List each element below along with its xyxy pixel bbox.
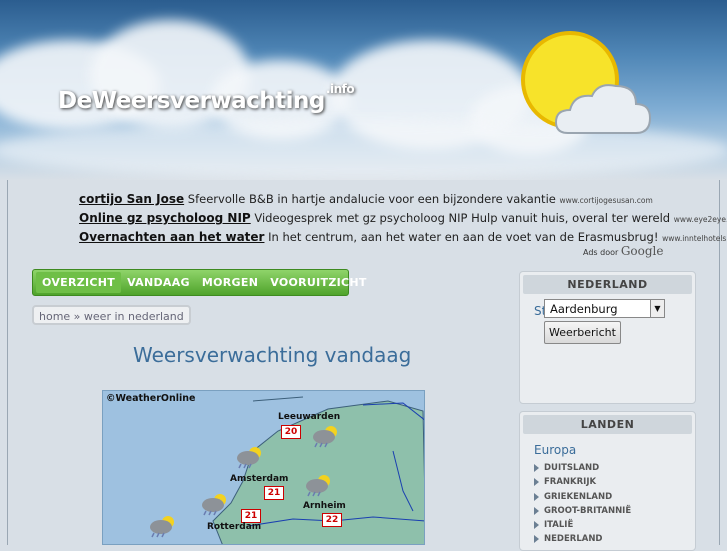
country-link[interactable]: FRANKRIJK — [520, 475, 695, 489]
left-border — [7, 180, 8, 545]
city-label: Amsterdam — [230, 474, 289, 484]
temp-badge: 22 — [322, 513, 342, 527]
page-title: Weersverwachting vandaag — [133, 343, 412, 367]
region-label: Europa — [534, 443, 577, 457]
forecast-button[interactable]: Weerbericht — [544, 321, 621, 344]
country-link[interactable]: DUITSLAND — [520, 461, 695, 475]
cloud-sun-icon — [150, 516, 174, 538]
map-credit: ©WeatherOnline — [106, 393, 196, 404]
cloud-sun-icon — [306, 475, 330, 497]
country-link[interactable]: GROOT-BRITANNIË — [520, 504, 695, 518]
city-label: Arnheim — [303, 501, 346, 511]
temp-badge: 21 — [241, 509, 261, 523]
chevron-down-icon[interactable]: ▼ — [650, 300, 664, 317]
cloud-sun-icon — [202, 494, 226, 516]
city-select[interactable]: Aardenburg ▼ — [544, 299, 665, 318]
nav-overzicht[interactable]: OVERZICHT — [36, 272, 122, 293]
ad-block: cortijo San Jose Sfeervolle B&B in hartj… — [79, 190, 727, 247]
sun-cloud-icon — [521, 31, 652, 134]
ad-item[interactable]: Online gz psycholoog NIP Videogesprek me… — [79, 209, 727, 228]
city-label: Rotterdam — [207, 522, 262, 532]
ad-item[interactable]: Overnachten aan het water In het centrum… — [79, 228, 727, 247]
temp-badge: 21 — [264, 486, 284, 500]
weather-map[interactable]: ©WeatherOnline Leeuwarden 20 Amsterdam 2… — [102, 390, 425, 545]
cloud-sun-icon — [237, 447, 261, 469]
site-logo[interactable]: DeWeersverwachting.info — [58, 82, 355, 114]
nav-vandaag[interactable]: VANDAAG — [121, 272, 196, 293]
country-heading: NEDERLAND — [523, 275, 692, 294]
nav-vooruitzicht[interactable]: VOORUITZICHT — [264, 272, 372, 293]
city-label: Leeuwarden — [278, 412, 341, 422]
temp-badge: 20 — [281, 425, 301, 439]
header-banner: DeWeersverwachting.info — [0, 0, 727, 180]
country-box: NEDERLAND Steden Aardenburg ▼ Weerberich… — [519, 271, 696, 404]
cloud-sun-icon — [313, 426, 337, 448]
breadcrumb[interactable]: home » weer in nederland — [32, 305, 191, 325]
countries-heading: LANDEN — [523, 415, 692, 434]
country-link[interactable]: GRIEKENLAND — [520, 490, 695, 504]
nav-morgen[interactable]: MORGEN — [196, 272, 264, 293]
countries-box: LANDEN Europa DUITSLAND FRANKRIJK GRIEKE… — [519, 411, 696, 551]
main-nav: OVERZICHT VANDAAG MORGEN VOORUITZICHT — [32, 269, 366, 296]
ads-by-google[interactable]: Ads door Google — [583, 244, 663, 258]
ad-item[interactable]: cortijo San Jose Sfeervolle B&B in hartj… — [79, 190, 659, 209]
country-link[interactable]: ITALIË — [520, 518, 695, 532]
